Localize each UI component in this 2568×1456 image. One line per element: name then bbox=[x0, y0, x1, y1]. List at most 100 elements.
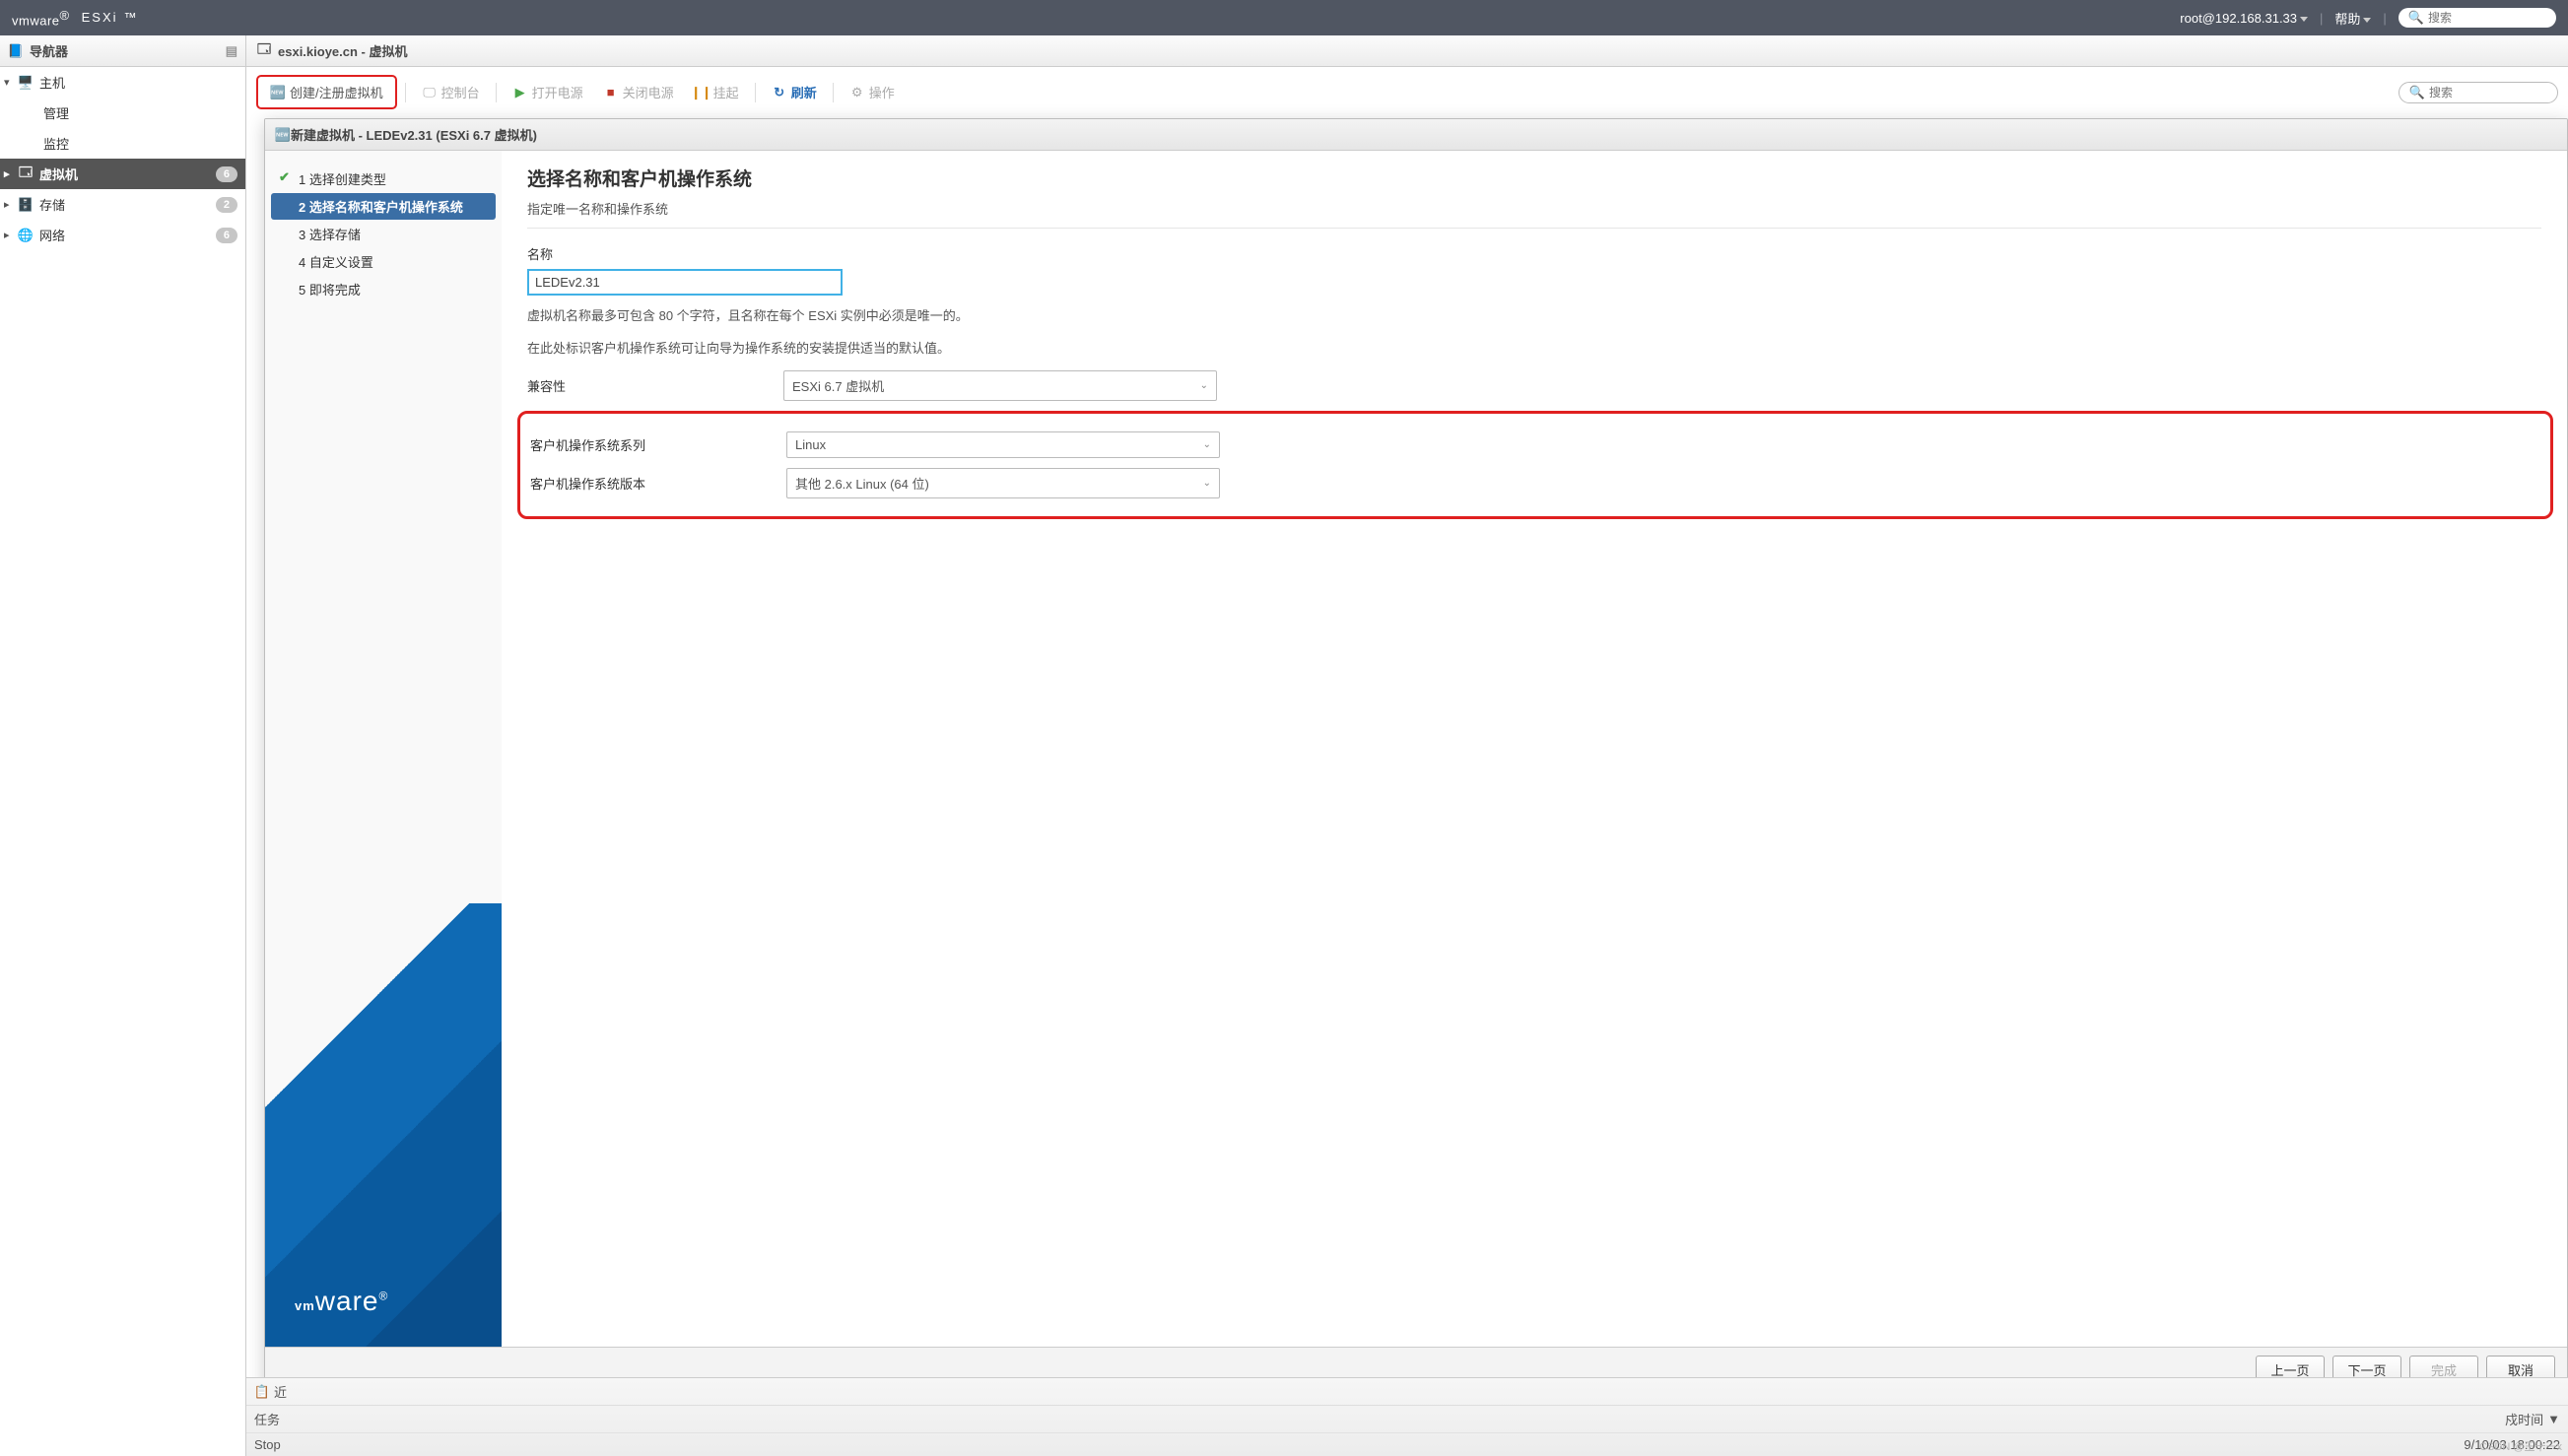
compat-row: 兼容性 ESXi 6.7 虚拟机⌄ bbox=[527, 370, 2541, 401]
nav-storage-count: 2 bbox=[216, 197, 237, 213]
create-vm-button[interactable]: 🆕 创建/注册虚拟机 bbox=[262, 79, 391, 105]
global-search-input[interactable] bbox=[2428, 11, 2546, 25]
navigator-title-bar: 📘 导航器 ▤ bbox=[0, 35, 245, 67]
suspend-button[interactable]: ❙❙挂起 bbox=[686, 79, 747, 105]
nav-host-monitor[interactable]: 监控 bbox=[0, 128, 245, 159]
wizard-step-3[interactable]: 3 选择存储 bbox=[271, 221, 496, 247]
navigator-panel: 📘 导航器 ▤ ▾ 🖥️ 主机 管理 监控 ▸ 🗔 虚拟机 6 ▸ 🗄️ 存储 bbox=[0, 35, 246, 1456]
col-finish-time: 戍时间 bbox=[2505, 1410, 2543, 1428]
nav-storage[interactable]: ▸ 🗄️ 存储 2 bbox=[0, 189, 245, 220]
create-vm-label: 创建/注册虚拟机 bbox=[290, 83, 383, 101]
logo-ware: ware bbox=[30, 13, 59, 28]
user-menu[interactable]: root@192.168.31.33 bbox=[2180, 11, 2308, 26]
cancel-button[interactable]: 取消 bbox=[2486, 1356, 2555, 1377]
storage-icon: 🗄️ bbox=[18, 197, 34, 213]
wizard-step-3-label: 3 选择存储 bbox=[299, 228, 361, 242]
console-icon: 🖵 bbox=[422, 85, 438, 100]
vm-icon: 🗔 bbox=[18, 166, 34, 182]
table-row[interactable]: Stop 9/10/03 18:00:22 bbox=[246, 1433, 2568, 1456]
highlight-create: 🆕 创建/注册虚拟机 bbox=[256, 75, 397, 109]
separator: | bbox=[2320, 11, 2323, 26]
separator bbox=[833, 83, 834, 102]
logo-esxi: ESXi bbox=[82, 10, 118, 25]
finish-button[interactable]: 完成 bbox=[2409, 1356, 2478, 1377]
vm-icon: 🗔 bbox=[256, 43, 272, 59]
nav-host[interactable]: ▾ 🖥️ 主机 bbox=[0, 67, 245, 98]
wizard-step-4[interactable]: 4 自定义设置 bbox=[271, 248, 496, 275]
name-label: 名称 bbox=[527, 244, 2541, 263]
ident-note: 在此处标识客户机操作系统可让向导为操作系统的安装提供适当的默认值。 bbox=[527, 338, 2541, 357]
search-icon: 🔍 bbox=[2408, 10, 2424, 26]
play-icon: ▶ bbox=[512, 85, 528, 100]
chevron-down-icon: ⌄ bbox=[1203, 439, 1211, 450]
nav-host-manage[interactable]: 管理 bbox=[0, 98, 245, 128]
nav-host-label: 主机 bbox=[39, 73, 65, 92]
vmware-logo: vmware® ESXi™ bbox=[12, 8, 137, 28]
tasks-header[interactable]: 📋 近 bbox=[246, 1378, 2568, 1406]
tree-expand-icon[interactable]: ▸ bbox=[4, 229, 10, 241]
wizard-brand-bg: vmware® bbox=[265, 903, 502, 1347]
main-panel: 🗔 esxi.kioye.cn - 虚拟机 🆕 创建/注册虚拟机 🖵控制台 ▶打… bbox=[246, 35, 2568, 1456]
wizard-step-5-label: 5 即将完成 bbox=[299, 283, 361, 298]
vm-name-input[interactable] bbox=[527, 269, 843, 296]
check-icon: ✔ bbox=[279, 169, 290, 185]
wizard-footer: 上一页 下一页 完成 取消 bbox=[265, 1347, 2567, 1377]
help-menu[interactable]: 帮助 bbox=[2334, 9, 2371, 28]
breadcrumb-bar: 🗔 esxi.kioye.cn - 虚拟机 bbox=[246, 35, 2568, 67]
logo-tm: ™ bbox=[124, 10, 138, 25]
compat-select[interactable]: ESXi 6.7 虚拟机⌄ bbox=[783, 370, 1217, 401]
wizard-step-2[interactable]: 2 选择名称和客户机操作系统 bbox=[271, 193, 496, 220]
recent-tasks-panel: 📋 近 任务 戍时间 ▼ Stop 9/10/03 18:00:22 bbox=[246, 1377, 2568, 1456]
compat-label: 兼容性 bbox=[527, 376, 783, 395]
global-search[interactable]: 🔍 bbox=[2399, 8, 2556, 28]
app-header: vmware® ESXi™ root@192.168.31.33 | 帮助 | … bbox=[0, 0, 2568, 35]
console-button[interactable]: 🖵控制台 bbox=[414, 79, 488, 105]
toolbar-search[interactable]: 🔍 bbox=[2399, 82, 2558, 103]
refresh-button[interactable]: ↻ 刷新 bbox=[764, 79, 825, 105]
name-hint: 虚拟机名称最多可包含 80 个字符，且名称在每个 ESXi 实例中必须是唯一的。 bbox=[527, 305, 2541, 324]
task-name: Stop bbox=[254, 1437, 313, 1452]
nav-network-label: 网络 bbox=[39, 226, 65, 244]
toolbar-search-input[interactable] bbox=[2429, 86, 2547, 99]
chevron-down-icon bbox=[2363, 18, 2371, 23]
form-subheading: 指定唯一名称和操作系统 bbox=[527, 199, 2541, 218]
os-family-select[interactable]: Linux⌄ bbox=[786, 431, 1220, 458]
wizard-step-1[interactable]: ✔ 1 选择创建类型 bbox=[271, 165, 496, 192]
divider bbox=[527, 228, 2541, 229]
panel-menu-icon[interactable]: ▤ bbox=[226, 43, 237, 59]
refresh-icon: ↻ bbox=[772, 85, 787, 100]
next-button[interactable]: 下一页 bbox=[2332, 1356, 2401, 1377]
separator bbox=[496, 83, 497, 102]
nav-network-count: 6 bbox=[216, 228, 237, 243]
sort-desc-icon[interactable]: ▼ bbox=[2547, 1412, 2560, 1426]
tree-expand-icon[interactable]: ▸ bbox=[4, 167, 10, 180]
prev-button[interactable]: 上一页 bbox=[2256, 1356, 2325, 1377]
nav-vm-label: 虚拟机 bbox=[39, 165, 78, 183]
wizard-title: 新建虚拟机 - LEDEv2.31 (ESXi 6.7 虚拟机) bbox=[291, 125, 537, 144]
nav-storage-label: 存储 bbox=[39, 195, 65, 214]
os-version-row: 客户机操作系统版本 其他 2.6.x Linux (64 位)⌄ bbox=[530, 468, 2540, 498]
tree-expand-icon[interactable]: ▸ bbox=[4, 198, 10, 211]
os-family-label: 客户机操作系统系列 bbox=[530, 435, 786, 454]
wizard-step-5[interactable]: 5 即将完成 bbox=[271, 276, 496, 302]
power-off-button[interactable]: ■关闭电源 bbox=[595, 79, 682, 105]
search-icon: 🔍 bbox=[2409, 85, 2425, 100]
nav-vm[interactable]: ▸ 🗔 虚拟机 6 bbox=[0, 159, 245, 189]
refresh-label: 刷新 bbox=[791, 83, 817, 101]
nav-network[interactable]: ▸ 🌐 网络 6 bbox=[0, 220, 245, 250]
separator bbox=[755, 83, 756, 102]
host-icon: 🖥️ bbox=[18, 75, 34, 91]
os-version-label: 客户机操作系统版本 bbox=[530, 474, 786, 493]
actions-button[interactable]: ⚙操作 bbox=[842, 79, 903, 105]
wizard-form: 选择名称和客户机操作系统 指定唯一名称和操作系统 名称 虚拟机名称最多可包含 8… bbox=[502, 151, 2567, 1347]
tree-collapse-icon[interactable]: ▾ bbox=[4, 76, 10, 89]
os-version-select[interactable]: 其他 2.6.x Linux (64 位)⌄ bbox=[786, 468, 1220, 498]
logo-reg: ® bbox=[60, 8, 70, 23]
power-off-label: 关闭电源 bbox=[623, 83, 674, 101]
new-vm-icon: 🆕 bbox=[275, 127, 291, 143]
power-on-button[interactable]: ▶打开电源 bbox=[505, 79, 591, 105]
wizard-step-1-label: 1 选择创建类型 bbox=[299, 172, 386, 187]
compat-value: ESXi 6.7 虚拟机 bbox=[792, 376, 884, 395]
wizard-steps: ✔1 选择创建类型 2 选择名称和客户机操作系统 3 选择存储 4 自定义设置 … bbox=[265, 151, 502, 1347]
separator bbox=[405, 83, 406, 102]
